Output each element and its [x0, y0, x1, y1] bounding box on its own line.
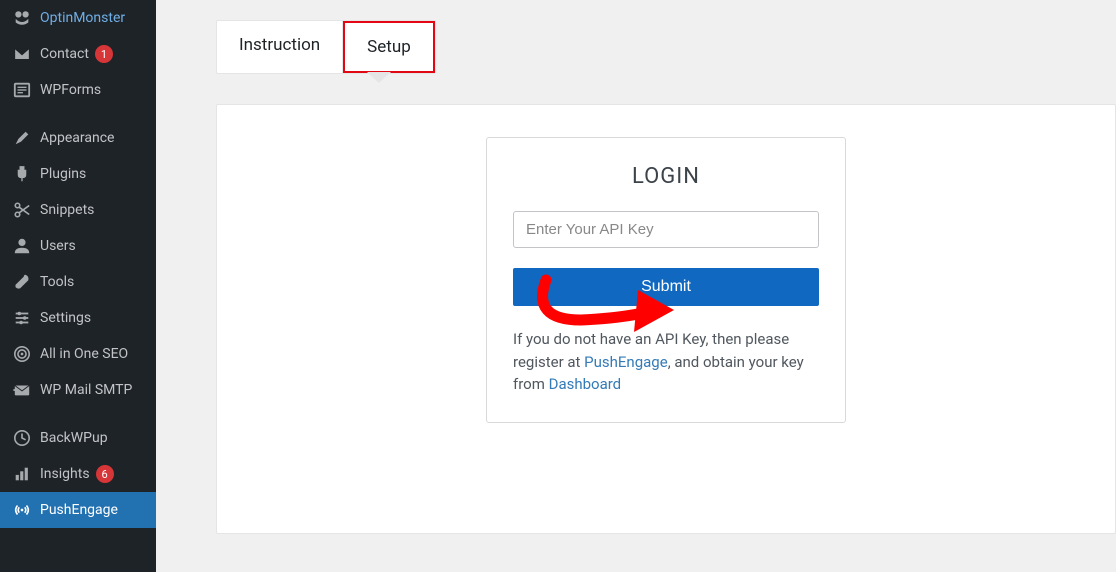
api-key-input[interactable]: [513, 211, 819, 248]
tab-indicator-arrow: [367, 72, 391, 83]
backup-icon: [12, 428, 32, 448]
plug-icon: [12, 164, 32, 184]
user-icon: [12, 236, 32, 256]
scissors-icon: [12, 200, 32, 220]
sidebar-item-plugins[interactable]: Plugins: [0, 156, 156, 192]
sidebar-item-label: Plugins: [40, 166, 86, 182]
sidebar-item-label: Insights: [40, 466, 90, 482]
sidebar-item-users[interactable]: Users: [0, 228, 156, 264]
notification-badge: 1: [95, 45, 113, 63]
sidebar-item-tools[interactable]: Tools: [0, 264, 156, 300]
broadcast-icon: [12, 500, 32, 520]
sidebar-item-label: Settings: [40, 310, 91, 326]
plugin-tabs: Instruction Setup: [216, 20, 436, 74]
sidebar-item-label: WP Mail SMTP: [40, 382, 132, 398]
mail-icon: [12, 380, 32, 400]
sliders-icon: [12, 308, 32, 328]
sidebar-item-pushengage[interactable]: PushEngage: [0, 492, 156, 528]
sidebar-item-all-in-one-seo[interactable]: All in One SEO: [0, 336, 156, 372]
form-icon: [12, 80, 32, 100]
link-dashboard[interactable]: Dashboard: [549, 375, 622, 393]
sidebar-item-wpforms[interactable]: WPForms: [0, 72, 156, 108]
tab-setup[interactable]: Setup: [343, 21, 435, 73]
brush-icon: [12, 128, 32, 148]
submit-button[interactable]: Submit: [513, 268, 819, 306]
sidebar-item-backwpup[interactable]: BackWPup: [0, 420, 156, 456]
sidebar-item-contact[interactable]: Contact 1: [0, 36, 156, 72]
target-icon: [12, 344, 32, 364]
main-content: Instruction Setup LOGIN Submit If you do…: [156, 0, 1116, 572]
optinmonster-icon: [12, 8, 32, 28]
envelope-icon: [12, 44, 32, 64]
link-pushengage[interactable]: PushEngage: [584, 353, 668, 371]
sidebar-item-insights[interactable]: Insights 6: [0, 456, 156, 492]
menu-separator: [0, 108, 156, 120]
sidebar-item-label: BackWPup: [40, 430, 108, 446]
sidebar-item-label: OptinMonster: [40, 10, 125, 26]
setup-panel: LOGIN Submit If you do not have an API K…: [216, 104, 1116, 534]
chart-icon: [12, 464, 32, 484]
sidebar-item-label: WPForms: [40, 82, 101, 98]
sidebar-item-settings[interactable]: Settings: [0, 300, 156, 336]
tabs-container: Instruction Setup: [156, 0, 1116, 74]
sidebar-item-label: Snippets: [40, 202, 94, 218]
sidebar-items: OptinMonster Contact 1 WPForms Appearance Plu…: [0, 0, 156, 528]
sidebar-item-label: PushEngage: [40, 502, 118, 518]
sidebar-item-label: Appearance: [40, 130, 114, 146]
sidebar-item-label: Contact: [40, 46, 89, 62]
tab-instruction[interactable]: Instruction: [217, 21, 343, 73]
sidebar-item-label: All in One SEO: [40, 346, 128, 362]
login-card: LOGIN Submit If you do not have an API K…: [486, 137, 846, 423]
sidebar-item-label: Tools: [40, 274, 74, 290]
notification-badge: 6: [96, 465, 114, 483]
menu-separator: [0, 408, 156, 420]
wrench-icon: [12, 272, 32, 292]
sidebar-item-optinmonster[interactable]: OptinMonster: [0, 0, 156, 36]
admin-sidebar: OptinMonster Contact 1 WPForms Appearance Plu…: [0, 0, 156, 572]
sidebar-item-wp-mail-smtp[interactable]: WP Mail SMTP: [0, 372, 156, 408]
sidebar-item-appearance[interactable]: Appearance: [0, 120, 156, 156]
sidebar-item-label: Users: [40, 238, 76, 254]
registration-help-text: If you do not have an API Key, then plea…: [513, 328, 819, 396]
login-title: LOGIN: [513, 164, 819, 189]
sidebar-item-snippets[interactable]: Snippets: [0, 192, 156, 228]
